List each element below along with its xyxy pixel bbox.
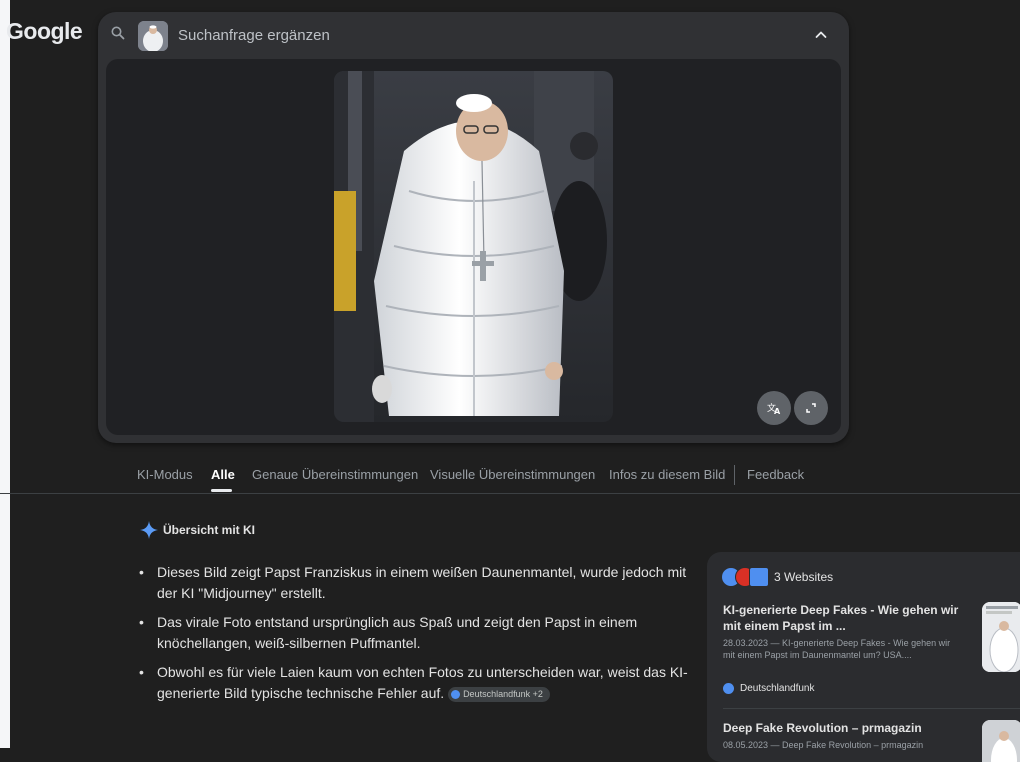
query-image-thumbnail[interactable] bbox=[138, 21, 168, 51]
left-edge-strip bbox=[0, 0, 10, 748]
sparkle-icon bbox=[140, 521, 158, 539]
source-divider bbox=[723, 708, 1020, 709]
ai-overview-title: Übersicht mit KI bbox=[163, 523, 256, 537]
source-snippet: 28.03.2023 — KI-generierte Deep Fakes - … bbox=[723, 638, 951, 660]
sources-panel: 3 Websites KI-generierte Deep Fakes - Wi… bbox=[707, 552, 1020, 762]
ai-overview-list: Dieses Bild zeigt Papst Franziskus in ei… bbox=[137, 562, 697, 712]
list-item: Das virale Foto entstand ursprünglich au… bbox=[137, 612, 697, 654]
sources-count[interactable]: 3 Websites bbox=[774, 570, 833, 584]
tab-divider bbox=[734, 465, 735, 485]
tab-feedback[interactable]: Feedback bbox=[747, 467, 804, 482]
lens-search-card: 文 A bbox=[98, 12, 849, 443]
source-chip[interactable]: Deutschlandfunk +2 bbox=[448, 686, 550, 702]
image-preview-area: 文 A bbox=[106, 59, 841, 435]
expand-icon bbox=[806, 403, 816, 413]
tab-visuelle-uebereinstimmungen[interactable]: Visuelle Übereinstimmungen bbox=[430, 467, 595, 482]
source-item[interactable]: KI-generierte Deep Fakes - Wie gehen wir… bbox=[723, 602, 963, 661]
google-logo[interactable]: Google bbox=[6, 18, 83, 45]
tab-ki-modus[interactable]: KI-Modus bbox=[137, 467, 193, 482]
search-icon[interactable] bbox=[110, 25, 126, 41]
result-tabs: KI-Modus Alle Genaue Übereinstimmungen V… bbox=[0, 465, 1020, 494]
source-thumbnail[interactable] bbox=[982, 720, 1020, 762]
source-thumbnail[interactable] bbox=[982, 602, 1020, 672]
svg-text:A: A bbox=[774, 407, 781, 416]
tab-genaue-uebereinstimmungen[interactable]: Genaue Übereinstimmungen bbox=[252, 467, 418, 482]
tab-alle[interactable]: Alle bbox=[211, 467, 235, 482]
hashtag-favicon-icon bbox=[749, 567, 769, 587]
active-tab-indicator bbox=[211, 489, 232, 492]
source-publisher[interactable]: Deutschlandfunk bbox=[723, 683, 815, 694]
deutschlandfunk-favicon-icon bbox=[723, 683, 734, 694]
translate-button[interactable]: 文 A bbox=[757, 391, 791, 425]
list-item: Obwohl es für viele Laien kaum von echte… bbox=[137, 662, 697, 704]
search-bar bbox=[98, 12, 849, 58]
source-title[interactable]: KI-generierte Deep Fakes - Wie gehen wir… bbox=[723, 602, 963, 634]
deutschlandfunk-favicon-icon bbox=[451, 689, 461, 699]
tab-infos-zu-diesem-bild[interactable]: Infos zu diesem Bild bbox=[609, 467, 725, 482]
fullscreen-button[interactable] bbox=[794, 391, 828, 425]
source-snippet: 08.05.2023 — Deep Fake Revolution – prma… bbox=[723, 740, 924, 750]
source-title[interactable]: Deep Fake Revolution – prmagazin bbox=[723, 720, 963, 736]
list-item: Dieses Bild zeigt Papst Franziskus in ei… bbox=[137, 562, 697, 604]
main-image[interactable] bbox=[334, 71, 613, 422]
search-input[interactable] bbox=[178, 24, 778, 46]
source-favicons[interactable] bbox=[721, 567, 771, 587]
source-item[interactable]: Deep Fake Revolution – prmagazin 08.05.2… bbox=[723, 720, 963, 751]
chevron-up-icon[interactable] bbox=[812, 26, 830, 44]
translate-icon: 文 A bbox=[767, 402, 781, 416]
